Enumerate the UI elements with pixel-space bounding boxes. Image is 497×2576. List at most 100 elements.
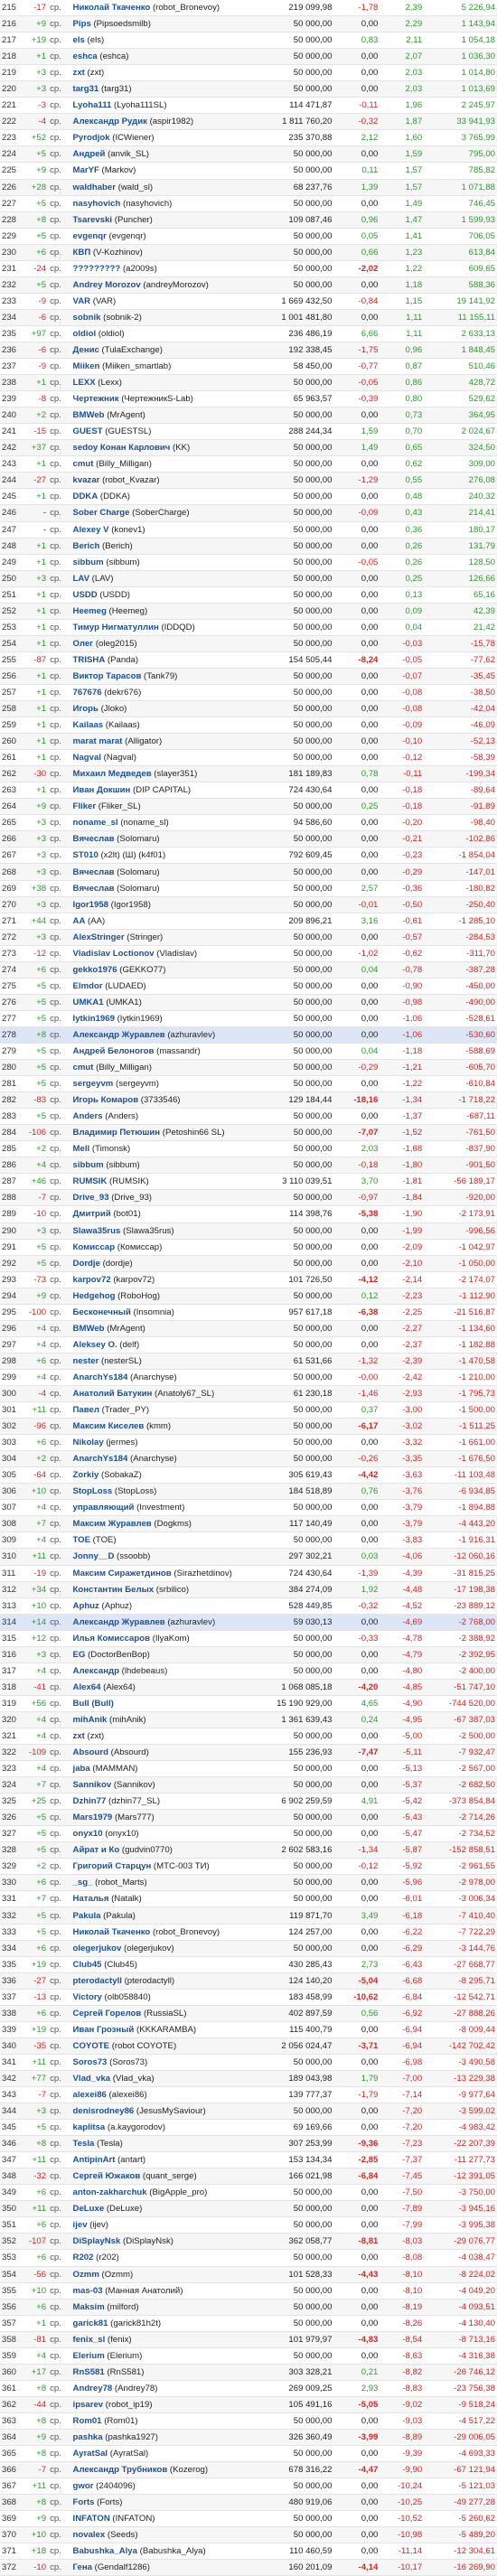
participant-cell[interactable]: ????????? (a2009s) xyxy=(70,260,263,277)
table-row[interactable]: 315 +12 ср. Илья Комиссаров (IlyaKom) 50 000… xyxy=(0,1630,497,1647)
participant-name-link[interactable]: RUMSIK xyxy=(73,1176,108,1186)
participant-name-link[interactable]: Бесконечный xyxy=(73,1307,131,1317)
participant-cell[interactable]: Айрат и Ко (gudvin0770) xyxy=(70,1841,263,1859)
participant-cell[interactable]: Иван Грозный (KKKARAMBA) xyxy=(70,2021,263,2038)
table-row[interactable]: 342 +77 ср. Vlad_vka (Vlad_vka) 189 043,98 1,… xyxy=(0,2070,497,2088)
participant-name-link[interactable]: _sg_ xyxy=(73,1878,93,1888)
table-row[interactable]: 284 -106 ср. Владимир Петюшин (Petoshin66 S… xyxy=(0,1124,497,1142)
table-row[interactable]: 267 +3 ср. ST010 (x2lt) (Ш) (k4f01) 792 609,… xyxy=(0,847,497,865)
participant-name-link[interactable]: RnS581 xyxy=(73,2367,105,2377)
participant-name-link[interactable]: Vladislav Loctionov xyxy=(73,949,155,959)
participant-cell[interactable]: anton-zakharchuk (BigApple_pro) xyxy=(70,2184,263,2202)
table-row[interactable]: 301 +11 ср. Павел (Trader_PY) 50 000,00 0,37-… xyxy=(0,1401,497,1419)
table-row[interactable]: 229 +5 ср. evgenqr (evgenqr) 50 000,00 0,05 1,… xyxy=(0,228,497,245)
participant-name-link[interactable]: Илья Комиссаров xyxy=(73,1634,150,1644)
table-row[interactable]: 355 +10 ср. mas-03 (Манная Анатолий) 50 000,… xyxy=(0,2282,497,2300)
table-row[interactable]: 302 -96 ср. Максим Киселев (kmm) 50 000,00 -6… xyxy=(0,1418,497,1436)
participant-cell[interactable]: oldiol (oldiol) xyxy=(70,325,263,342)
participant-cell[interactable]: waldhaber (wald_sl) xyxy=(70,179,263,196)
participant-cell[interactable]: TRISHA (Panda) xyxy=(70,651,263,669)
participant-name-link[interactable]: AA xyxy=(73,916,86,926)
table-row[interactable]: 304 +2 ср. AnarchYs184 (Anarchyse) 50 000,00… xyxy=(0,1450,497,1468)
participant-name-link[interactable]: Александр Трубников xyxy=(73,2465,168,2475)
participant-name-link[interactable]: Максим Сиражетдинов xyxy=(73,1569,172,1578)
table-row[interactable]: 370 +10 ср. novalex (Seeds) 50 000,00 0,00 -10… xyxy=(0,2526,497,2544)
participant-cell[interactable]: mihAnik (mihAnik) xyxy=(70,1711,263,1728)
participant-name-link[interactable]: eshca xyxy=(73,52,98,61)
participant-cell[interactable]: sedoy Конан Карлович (KK) xyxy=(70,439,263,457)
participant-cell[interactable]: Hedgehog (RoboHog) xyxy=(70,1288,263,1305)
participant-name-link[interactable]: ijev xyxy=(73,2220,88,2230)
participant-cell[interactable]: denisrodney86 (JesusMySaviour) xyxy=(70,2103,263,2121)
participant-name-link[interactable]: ST010 xyxy=(73,850,98,860)
participant-cell[interactable]: Club45 (Club45) xyxy=(70,1956,263,1973)
participant-cell[interactable]: USDD (USDD) xyxy=(70,586,263,604)
participant-cell[interactable]: Гена (Gendalf1286) xyxy=(70,2559,263,2576)
participant-name-link[interactable]: anton-zakharchuk xyxy=(73,2187,147,2197)
table-row[interactable]: 343 -7 ср. alexei86 (alexei86) 139 777,37 -1,… xyxy=(0,2086,497,2104)
participant-cell[interactable]: Elmdor (LUDAED) xyxy=(70,978,263,995)
participant-name-link[interactable]: Forts xyxy=(73,2497,95,2507)
table-row[interactable]: 334 +6 ср. olegerjukov (olegerjukov) 50 000,… xyxy=(0,1940,497,1957)
participant-cell[interactable]: Олег (oleg2015) xyxy=(70,635,263,652)
table-row[interactable]: 261 +1 ср. Nagval (Nagval) 50 000,00 0,00 -0,1… xyxy=(0,749,497,767)
table-row[interactable]: 358 -81 ср. fenix_sl (fenix) 101 979,97 -4,83… xyxy=(0,2331,497,2348)
participant-name-link[interactable]: Pips xyxy=(73,19,91,29)
table-row[interactable]: 248 +1 ср. Berich (Berich) 50 000,00 0,00 0,26… xyxy=(0,538,497,555)
table-row[interactable]: 354 -56 ср. Ozmm (Ozmm) 101 528,33 -4,43 -8,10… xyxy=(0,2266,497,2283)
participant-cell[interactable]: Николай Ткаченко (robot_Bronevoy) xyxy=(70,0,263,17)
table-row[interactable]: 312 +34 ср. Константин Белых (srbilico) 384 … xyxy=(0,1581,497,1598)
participant-name-link[interactable]: Club45 xyxy=(73,1960,102,1970)
participant-name-link[interactable]: Сергей Южаков xyxy=(73,2171,141,2181)
participant-name-link[interactable]: kaplitsa xyxy=(73,2122,106,2132)
table-row[interactable]: 262 -30 ср. Михаил Медведев (slayer351) 181 … xyxy=(0,765,497,783)
participant-cell[interactable]: MarYF (Markov) xyxy=(70,162,263,180)
participant-name-link[interactable]: Lyoha111 xyxy=(73,100,112,110)
participant-cell[interactable]: AlexStringer (Stringer) xyxy=(70,929,263,946)
participant-cell[interactable]: AnarchYs184 (Anarchyse) xyxy=(70,1450,263,1468)
table-row[interactable]: 331 +7 ср. Наталья (Natalk) 50 000,00 0,00 -6,… xyxy=(0,1890,497,1908)
table-row[interactable]: 348 -32 ср. Сергей Южаков (quant_serge) 166 … xyxy=(0,2168,497,2186)
participant-cell[interactable]: Absourd (Absourd) xyxy=(70,1744,263,1762)
table-row[interactable]: 231 -24 ср.????????? (a2009s) 50 000,00 -2,0… xyxy=(0,260,497,277)
table-row[interactable]: 226 +28 ср. waldhaber (wald_sl) 68 237,76 1,3… xyxy=(0,179,497,196)
table-row[interactable]: 235 +97 ср. oldiol (oldiol) 236 486,19 6,66 1,… xyxy=(0,325,497,342)
participant-name-link[interactable]: GUEST xyxy=(73,426,103,436)
participant-cell[interactable]: Fliker (Fliker_SL) xyxy=(70,798,263,816)
participant-cell[interactable]: Александр Журавлев (azhuravlev) xyxy=(70,1026,263,1044)
participant-name-link[interactable]: Денис xyxy=(73,345,99,355)
participant-name-link[interactable]: Pakula xyxy=(73,1911,101,1921)
table-row[interactable]: 271 +44 ср. AA (AA) 209 896,21 3,16 -0,61 -1 28… xyxy=(0,913,497,930)
participant-cell[interactable]: kvazar (robot_Kvazar) xyxy=(70,472,263,490)
table-row[interactable]: 361 +8 ср. Andrey78 (Andrey78) 269 009,25 2,9… xyxy=(0,2380,497,2397)
participant-name-link[interactable]: Alex64 xyxy=(73,1682,101,1692)
table-row[interactable]: 256 +1 ср. Виктор Тарасов (Tank79) 50 000,00… xyxy=(0,668,497,685)
table-row[interactable]: 244 -27 ср. kvazar (robot_Kvazar) 50 000,00-… xyxy=(0,472,497,490)
table-row[interactable]: 324 +7 ср. Sannikov (Sannikov) 50 000,00 0,00… xyxy=(0,1776,497,1794)
participant-name-link[interactable]: DDKA xyxy=(73,492,98,501)
table-row[interactable]: 291 +5 ср. Комиссар (Комиссар) 50 000,00 0,00… xyxy=(0,1239,497,1256)
participant-name-link[interactable]: Наталья xyxy=(73,1894,109,1904)
table-row[interactable]: 216 +9 ср. Pips (Pipsoedsmilb) 50 000,00 0,00… xyxy=(0,15,497,33)
participant-cell[interactable]: Игорь (Jloko) xyxy=(70,700,263,718)
table-row[interactable]: 266 +3 ср. Вячеслав (Solomaru) 50 000,00 0,00… xyxy=(0,830,497,848)
participant-cell[interactable]: КВП (V-Kozhinov) xyxy=(70,244,263,261)
table-row[interactable]: 269 +38 ср. Вячеслав (Solomaru) 50 000,00 2,5… xyxy=(0,880,497,897)
table-row[interactable]: 352 -107 ср. DiSplayNsk (DiSplayNsk) 362 058… xyxy=(0,2233,497,2251)
table-row[interactable]: 344 +3 ср. denisrodney86 (JesusMySaviour) 50… xyxy=(0,2103,497,2121)
participant-cell[interactable]: Nikolay (jermes) xyxy=(70,1434,263,1452)
participant-cell[interactable]: Максим Сиражетдинов (Sirazhetdinov) xyxy=(70,1565,263,1582)
table-row[interactable]: 236 -6 ср. Денис (TulaExchange) 192 338,45 -1… xyxy=(0,342,497,360)
table-row[interactable]: 239 -8 ср. Чертежник (ЧертежникS-Lab) 65 963… xyxy=(0,390,497,408)
participant-name-link[interactable]: КВП xyxy=(73,248,91,258)
table-row[interactable]: 314 +14 ср. Александр Журавлев (azhuravlev)… xyxy=(0,1614,497,1631)
participant-name-link[interactable]: gekko1976 xyxy=(73,965,117,975)
participant-cell[interactable]: fenix_sl (fenix) xyxy=(70,2331,263,2348)
participant-name-link[interactable]: Вячеслав xyxy=(73,867,115,877)
participant-name-link[interactable]: Bull (Bull) xyxy=(73,1699,114,1709)
participant-name-link[interactable]: Владимир Петюшин xyxy=(73,1128,161,1138)
participant-cell[interactable]: Александр Журавлев (azhuravlev) xyxy=(70,1614,263,1631)
participant-cell[interactable]: Dzhin77 (dzhin77_SL) xyxy=(70,1793,263,1811)
participant-name-link[interactable]: kvazar xyxy=(73,475,100,485)
table-row[interactable]: 327 +5 ср. onyx10 (onyx10) 50 000,00 0,00 -5,4… xyxy=(0,1825,497,1843)
